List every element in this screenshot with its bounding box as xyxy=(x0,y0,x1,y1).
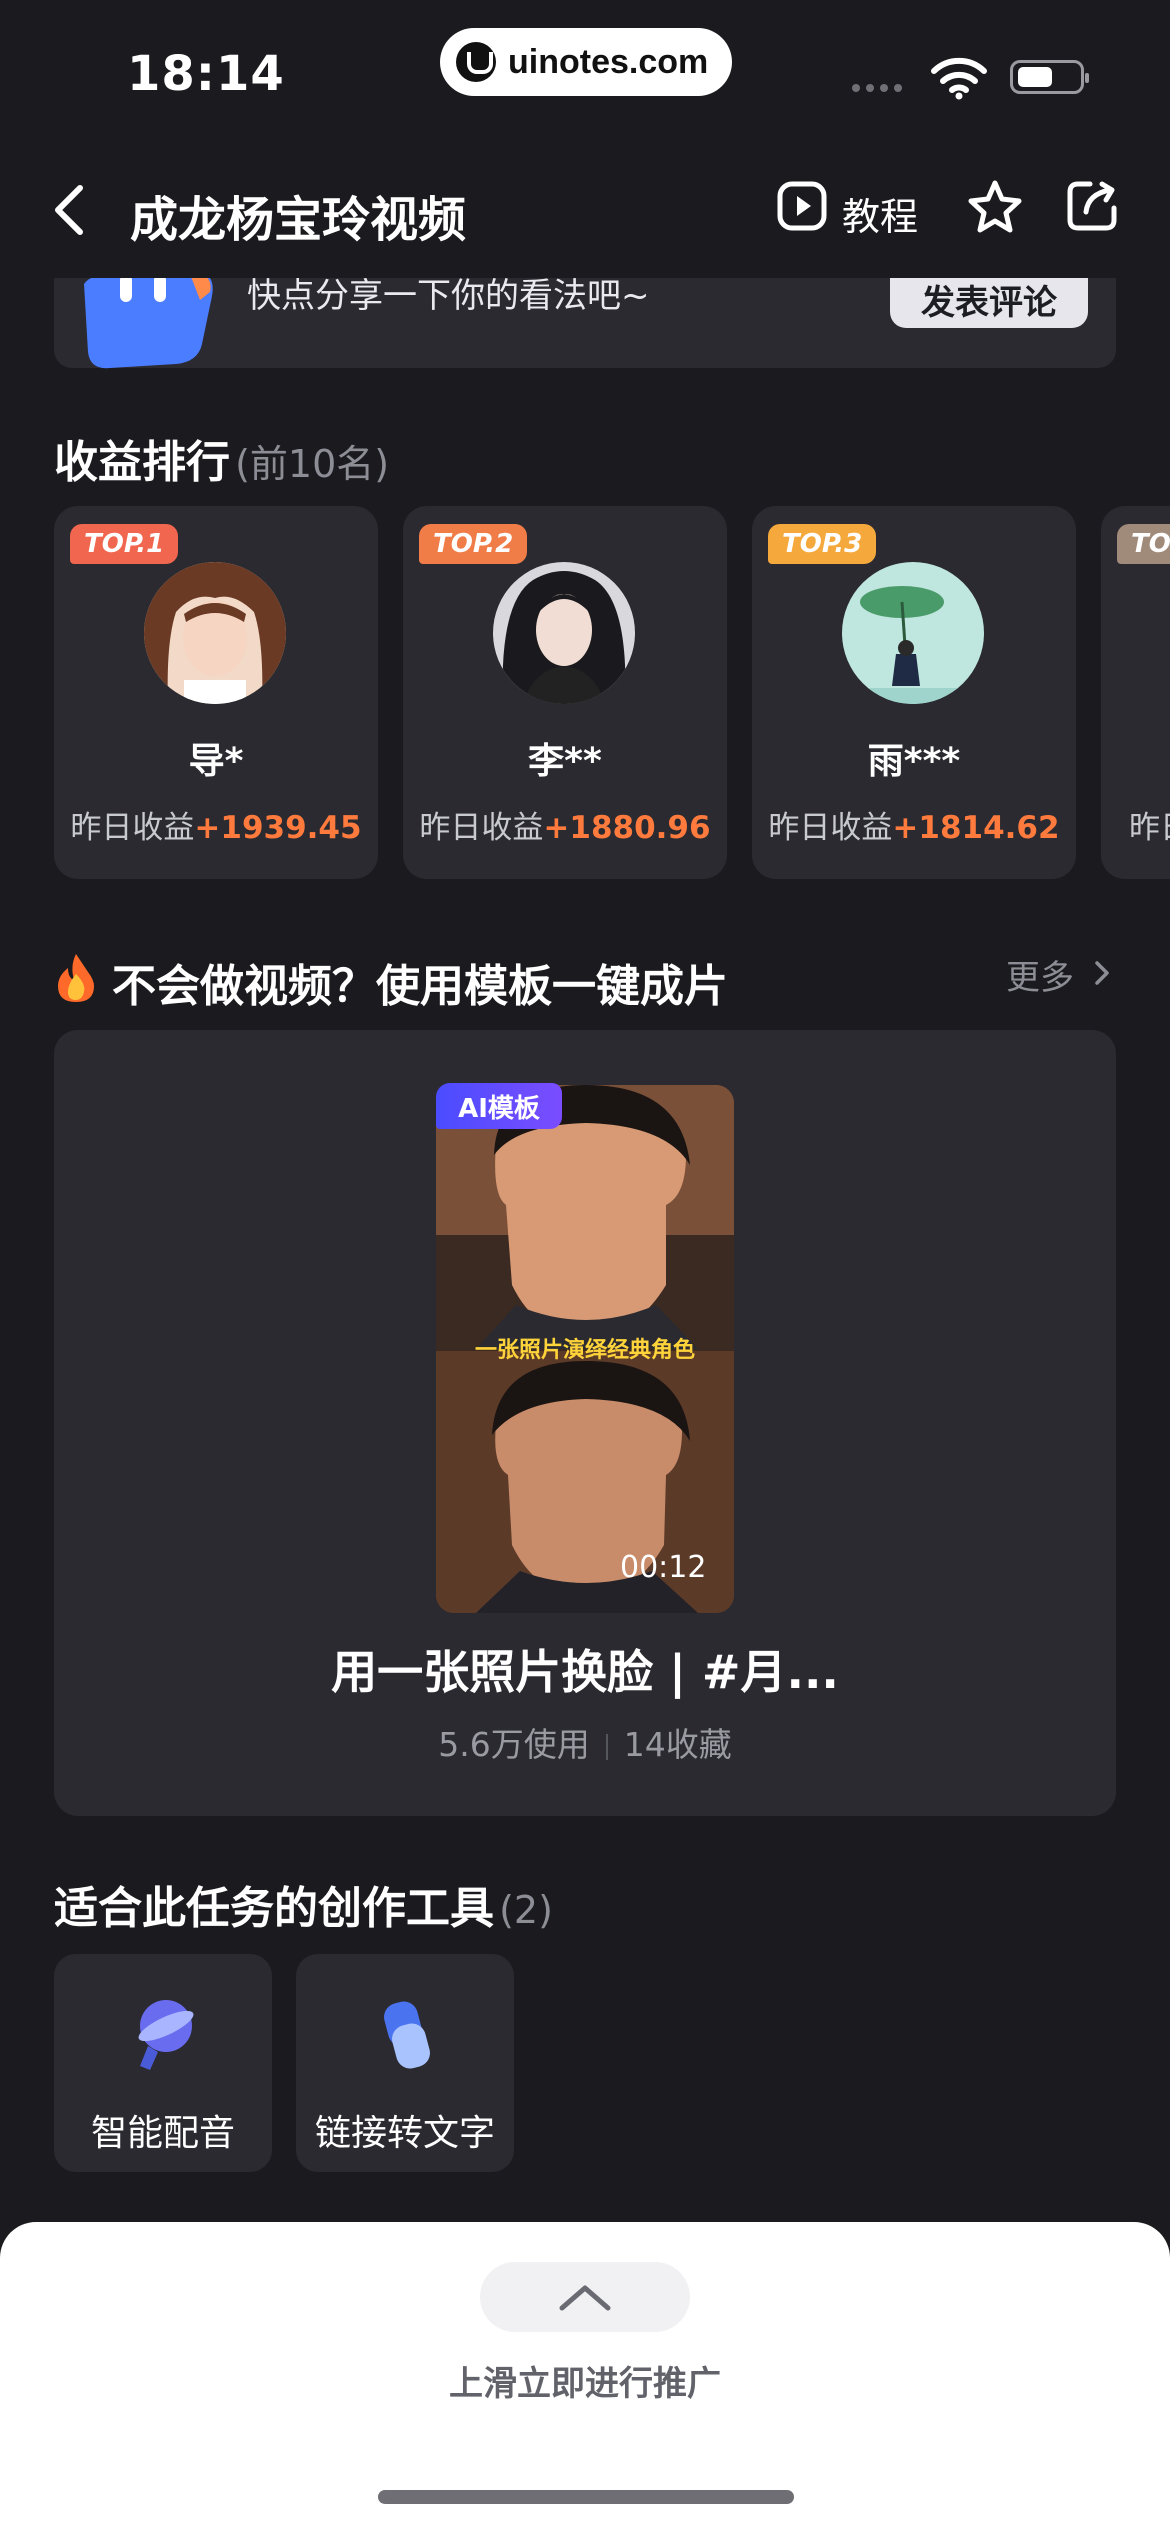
rank-earnings-label: 昨日 xyxy=(1129,810,1170,846)
tool-link-to-text[interactable]: 链接转文字 xyxy=(296,1954,514,2172)
tools-title: 适合此任务的创作工具 xyxy=(54,1883,494,1934)
battery-icon xyxy=(1010,60,1089,94)
microphone-icon xyxy=(138,2000,194,2070)
rank-name: 李** xyxy=(528,741,602,782)
rank-badge: TOP xyxy=(1117,524,1170,564)
ranking-header: 收益排行 (前10名) xyxy=(54,426,389,490)
rank-badge: TOP.1 xyxy=(70,524,179,564)
templates-title: 不会做视频？使用模板一键成片 xyxy=(112,961,728,1012)
rank-earnings-label: 昨日收益 xyxy=(70,810,195,846)
thumbnail-caption: 一张照片演绎经典角色 xyxy=(474,1338,695,1363)
chevron-right-icon[interactable] xyxy=(1092,958,1112,988)
rank-earnings-amount: +1814.62 xyxy=(892,810,1060,846)
home-indicator[interactable] xyxy=(378,2490,794,2504)
avatar xyxy=(493,562,635,704)
tools-count: (2) xyxy=(499,1888,553,1932)
star-icon[interactable] xyxy=(966,178,1024,236)
fire-icon xyxy=(58,954,94,1002)
tools-header: 适合此任务的创作工具 (2) xyxy=(54,1872,553,1936)
page-title: 成龙杨宝玲视频 xyxy=(130,192,467,248)
rank-card-2[interactable]: TOP.2 李** 昨日收益+1880.96 xyxy=(403,506,727,879)
wifi-icon xyxy=(931,57,987,100)
chevron-up-icon[interactable] xyxy=(556,2280,614,2314)
tool-label: 智能配音 xyxy=(90,2113,235,2154)
ranking-subtitle: (前10名) xyxy=(235,442,390,486)
tutorial-button[interactable]: 教程 xyxy=(842,186,918,241)
rank-earnings-amount: +1939.45 xyxy=(194,810,362,846)
link-icon xyxy=(384,2001,430,2069)
rank-earnings: 昨日收益+1814.62 xyxy=(752,802,1076,847)
template-favorites: 14收藏 xyxy=(623,1725,732,1764)
rank-card-3[interactable]: TOP.3 雨*** 昨日收益+1814.62 xyxy=(752,506,1076,879)
play-tutorial-icon[interactable] xyxy=(776,180,828,232)
rank-earnings: 昨日收益+1880.96 xyxy=(403,802,727,847)
rank-badge: TOP.2 xyxy=(419,524,528,564)
rank-name: 雨*** xyxy=(867,741,961,782)
avatar xyxy=(842,562,984,704)
more-templates-link[interactable]: 更多 xyxy=(1006,950,1074,999)
mascot-icon xyxy=(84,272,213,369)
back-arrow-icon[interactable] xyxy=(50,182,90,238)
rank-earnings-label: 昨日收益 xyxy=(419,810,544,846)
rank-earnings: 昨日收益+1939.45 xyxy=(54,802,378,847)
tool-label: 链接转文字 xyxy=(314,2113,495,2154)
watermark-text: uinotes.com xyxy=(508,42,709,81)
avatar xyxy=(144,562,286,704)
ai-template-badge: AI模板 xyxy=(436,1083,562,1129)
template-stats: 5.6万使用 14收藏 xyxy=(0,1718,1170,1766)
template-uses: 5.6万使用 xyxy=(438,1725,590,1764)
post-comment-button[interactable]: 发表评论 xyxy=(890,270,1088,328)
share-icon[interactable] xyxy=(1064,178,1120,234)
rank-name: 导* xyxy=(188,741,244,782)
rank-earnings-amount: +1880.96 xyxy=(543,810,711,846)
promote-hint: 上滑立即进行推广 xyxy=(449,2364,721,2404)
watermark-logo-icon xyxy=(456,42,496,82)
template-name[interactable]: 用一张照片换脸 | #月... xyxy=(0,1636,1170,1702)
watermark-pill-front: uinotes.com xyxy=(440,28,732,96)
rank-badge: TOP.3 xyxy=(768,524,877,564)
status-time-front: 18:14 xyxy=(127,46,285,102)
stats-divider xyxy=(605,1733,608,1760)
tool-smart-dubbing[interactable]: 智能配音 xyxy=(54,1954,272,2172)
rank-earnings-label: 昨日收益 xyxy=(768,810,893,846)
rank-card-1[interactable]: TOP.1 导* 昨日收益+1939.45 xyxy=(54,506,378,879)
rank-card-4[interactable]: TOP 昨日 xyxy=(1101,506,1170,879)
rank-earnings: 昨日 xyxy=(1129,802,1170,847)
template-duration: 00:12 xyxy=(620,1550,707,1585)
ranking-title: 收益排行 xyxy=(54,437,230,488)
cellular-signal-icon xyxy=(852,84,902,92)
